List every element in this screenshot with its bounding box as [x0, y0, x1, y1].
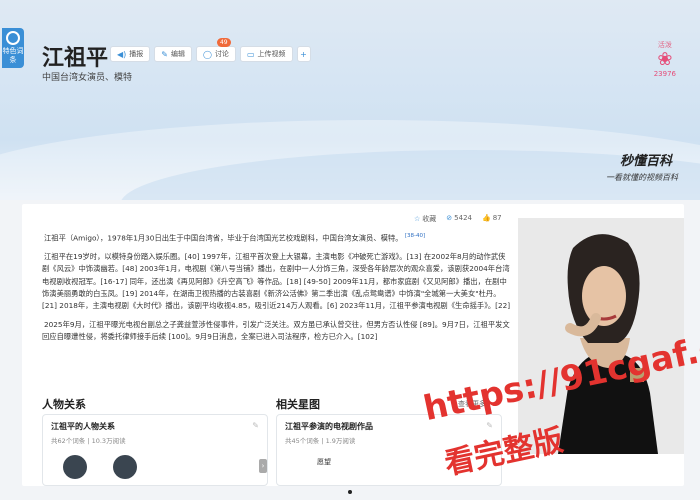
discuss-count-badge: 49	[216, 38, 231, 47]
citation-ref[interactable]: [38-40]	[405, 233, 425, 239]
add-button[interactable]: +	[296, 46, 311, 62]
starmap-section-title: 相关星图	[276, 398, 320, 411]
star-icon: ☆	[414, 215, 421, 223]
starmap-card-title: 江祖平参演的电视剧作品	[285, 422, 373, 431]
collect-count-value: 5424	[454, 214, 472, 222]
edit-label: 编辑	[170, 50, 185, 58]
header-toolbar: ◀) 播报 ✎ 编辑 49 ◯ 讨论 ▭ 上传视频 +	[110, 38, 311, 62]
like-count-value: 87	[492, 214, 502, 222]
pencil-icon: ✎	[161, 49, 168, 59]
avatar[interactable]	[63, 455, 87, 479]
relations-section-title: 人物关系	[42, 398, 86, 411]
collect-label: 收藏	[422, 215, 437, 223]
featured-icon	[6, 31, 20, 45]
flower-icon: ❀	[657, 49, 673, 70]
upload-video-button[interactable]: ▭ 上传视频	[239, 46, 293, 62]
article-actions: ☆ 收藏 ⊘ 5424 👍 87	[414, 214, 502, 224]
header-banner: 特色词条 江祖平 中国台湾女演员、模特 ◀) 播报 ✎ 编辑 49 ◯ 讨论 ▭…	[0, 0, 700, 200]
brand-tagline: 一看就懂的视频百科	[606, 173, 678, 182]
broadcast-label: 播报	[129, 50, 144, 58]
like-widget[interactable]: 活泼 ❀ 23976	[654, 40, 676, 78]
event-paragraph: 2025年9月，江祖平曝光电视台副总之子龚益萱涉性侵事件，引发广泛关注。双方虽已…	[42, 319, 510, 342]
next-arrow-button[interactable]: ›	[259, 459, 267, 473]
intro-paragraph: 江祖平（Amigo），1978年1月30日出生于中国台湾省，毕业于台湾国光艺校戏…	[42, 230, 512, 245]
page-subtitle: 中国台湾女演员、模特	[42, 73, 133, 83]
career-paragraph: 江祖平在19岁时，以模特身份踏入娱乐圈。[40] 1997年，江祖平首次登上大银…	[42, 251, 511, 311]
like-count: 23976	[653, 70, 676, 78]
edit-icon[interactable]: ✎	[252, 421, 259, 430]
upload-icon: ▭	[246, 49, 255, 59]
collect-button[interactable]: ☆ 收藏	[414, 214, 436, 224]
intro-text: 江祖平（Amigo），1978年1月30日出生于中国台湾省，毕业于台湾国光艺校戏…	[44, 233, 403, 243]
page-title: 江祖平	[42, 46, 109, 71]
collect-count: ⊘ 5424	[446, 214, 472, 224]
starmap-item-label[interactable]: 愿望	[317, 457, 331, 467]
like-button[interactable]: 👍 87	[482, 214, 502, 224]
featured-entry-badge[interactable]: 特色词条	[2, 28, 24, 68]
bookmark-icon: ⊘	[446, 214, 453, 222]
discuss-button[interactable]: 49 ◯ 讨论	[195, 38, 236, 62]
thumb-up-icon: 👍	[481, 214, 491, 222]
page-indicator-dot[interactable]	[348, 490, 352, 494]
broadcast-button[interactable]: ◀) 播报	[110, 46, 151, 62]
edit-button[interactable]: ✎ 编辑	[154, 46, 192, 62]
comment-icon: ◯	[202, 49, 212, 59]
relations-card-meta: 共62个词条 | 10.3万阅读	[51, 437, 126, 445]
featured-badge-label: 特色词条	[2, 47, 24, 64]
article-body: 江祖平（Amigo），1978年1月30日出生于中国台湾省，毕业于台湾国光艺校戏…	[42, 230, 512, 350]
avatar[interactable]	[113, 455, 137, 479]
discuss-label: 讨论	[214, 50, 229, 58]
plus-icon: +	[300, 49, 307, 59]
brand-logo: 秒懂百科	[619, 154, 672, 169]
relations-card[interactable]: 江祖平的人物关系 共62个词条 | 10.3万阅读 ✎ ›	[42, 414, 268, 486]
upload-video-label: 上传视频	[257, 50, 286, 58]
relations-card-title: 江祖平的人物关系	[51, 422, 115, 431]
speaker-icon: ◀)	[117, 49, 127, 59]
